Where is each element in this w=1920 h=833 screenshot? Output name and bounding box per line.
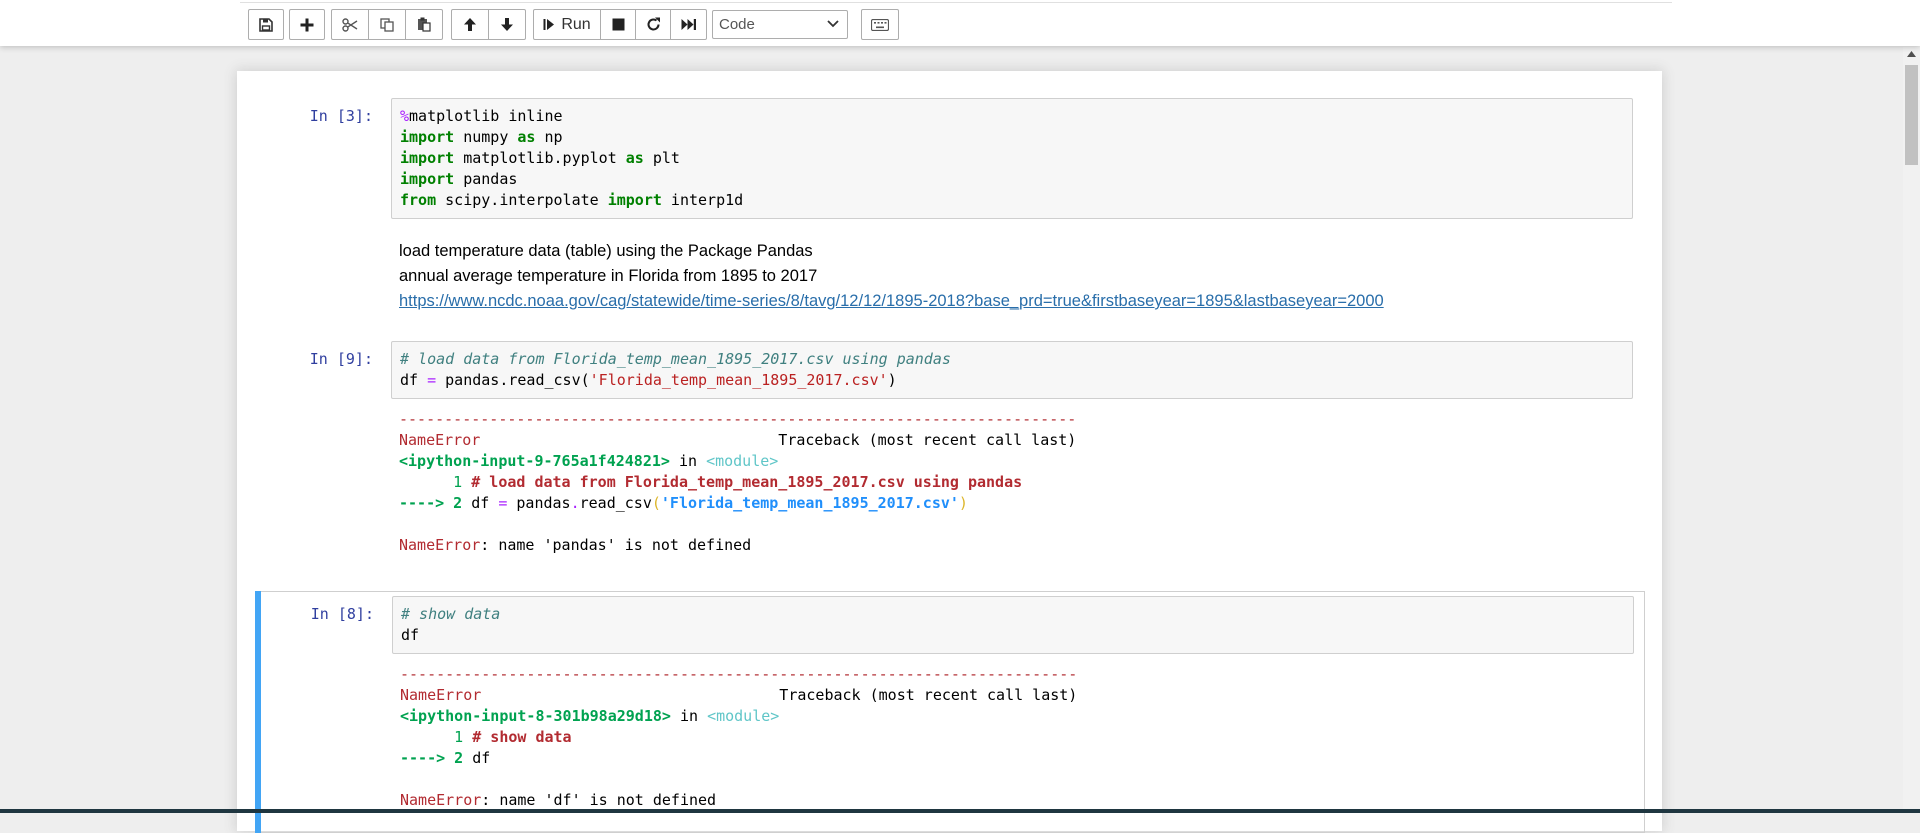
- traceback-location: <ipython-input-9-765a1f424821> in <modul…: [399, 452, 779, 470]
- code-input[interactable]: %matplotlib inline import numpy as np im…: [391, 98, 1633, 219]
- code-line: from scipy.interpolate import interp1d: [400, 191, 744, 209]
- code-comment: # load data from Florida_temp_mean_1895_…: [400, 350, 951, 368]
- move-down-button[interactable]: [488, 9, 526, 40]
- traceback-line-1: 1 # show data: [400, 728, 572, 746]
- cut-icon: [342, 17, 358, 32]
- cell-prompt: In [9]:: [309, 350, 373, 368]
- arrow-up-icon: [464, 18, 476, 31]
- code-line: import pandas: [400, 170, 518, 188]
- paste-button[interactable]: [405, 9, 443, 40]
- cell-prompt: In [3]:: [309, 107, 373, 125]
- restart-button[interactable]: [635, 9, 671, 40]
- traceback-separator: ----------------------------------------…: [399, 410, 1077, 428]
- traceback-location: <ipython-input-8-301b98a29d18> in <modul…: [400, 707, 780, 725]
- error-output: ----------------------------------------…: [400, 664, 1630, 811]
- copy-icon: [380, 17, 394, 32]
- command-palette-button[interactable]: [861, 9, 899, 40]
- keyboard-icon: [871, 18, 889, 31]
- code-input[interactable]: # show data df: [392, 596, 1634, 654]
- copy-button[interactable]: [368, 9, 406, 40]
- code-line: import numpy as np: [400, 128, 563, 146]
- scrollbar-thumb[interactable]: [1905, 65, 1918, 165]
- code-cell-8[interactable]: In [8]: # show data df -----------------…: [255, 591, 1645, 833]
- run-icon: [543, 19, 555, 30]
- code-line: import matplotlib.pyplot as plt: [400, 149, 680, 167]
- restart-icon: [647, 17, 660, 31]
- error-message: NameError: name 'pandas' is not defined: [399, 536, 752, 554]
- selected-cell-indicator: [255, 591, 261, 833]
- os-taskbar: [0, 809, 1920, 813]
- error-message: NameError: name 'df' is not defined: [400, 791, 717, 809]
- move-up-button[interactable]: [451, 9, 489, 40]
- save-icon: [259, 17, 273, 32]
- code-input[interactable]: # load data from Florida_temp_mean_1895_…: [391, 341, 1633, 399]
- cell-prompt: In [8]:: [310, 605, 374, 623]
- page-scrollbar[interactable]: [1903, 47, 1920, 813]
- noaa-data-link[interactable]: https://www.ncdc.noaa.gov/cag/statewide/…: [399, 292, 1384, 310]
- markdown-line: load temperature data (table) using the …: [399, 242, 813, 260]
- cut-button[interactable]: [331, 9, 369, 40]
- code-cell-3[interactable]: In [3]: %matplotlib inline import numpy …: [255, 94, 1643, 219]
- run-all-button[interactable]: [670, 9, 707, 40]
- paste-icon: [418, 17, 431, 32]
- run-button[interactable]: Run: [533, 9, 601, 40]
- code-line: %matplotlib inline: [400, 107, 563, 125]
- traceback-header: NameError Traceback (most recent call la…: [400, 686, 1078, 704]
- stop-icon: [612, 18, 624, 31]
- traceback-line-1: 1 # load data from Florida_temp_mean_189…: [399, 473, 1023, 491]
- code-comment: # show data: [401, 605, 501, 623]
- markdown-line: annual average temperature in Florida fr…: [399, 267, 818, 285]
- markdown-content: load temperature data (table) using the …: [399, 239, 1629, 314]
- traceback-line-2: ----> 2 df: [400, 749, 491, 767]
- interrupt-button[interactable]: [600, 9, 636, 40]
- error-output: ----------------------------------------…: [399, 409, 1629, 556]
- cell-type-select[interactable]: Code: [712, 10, 848, 39]
- chevron-down-icon: [827, 20, 839, 28]
- arrow-down-icon: [501, 18, 513, 31]
- run-label: Run: [561, 15, 591, 33]
- code-line: df: [401, 626, 420, 644]
- cell-type-value: Code: [719, 16, 755, 33]
- traceback-blank: [400, 769, 1630, 790]
- traceback-line-2: ----> 2 df = pandas.read_csv('Florida_te…: [399, 494, 968, 512]
- toolbar-divider: [240, 2, 1672, 3]
- notebook-toolbar: Run Code: [0, 0, 1920, 46]
- traceback-header: NameError Traceback (most recent call la…: [399, 431, 1077, 449]
- traceback-blank: [399, 514, 1629, 535]
- plus-icon: [300, 18, 314, 31]
- insert-cell-button[interactable]: [289, 9, 325, 40]
- fast-forward-icon: [681, 19, 696, 30]
- scroll-up-arrow-icon[interactable]: [1907, 51, 1916, 57]
- code-line: df = pandas.read_csv('Florida_temp_mean_…: [400, 371, 897, 389]
- markdown-cell[interactable]: load temperature data (table) using the …: [255, 239, 1643, 319]
- traceback-separator: ----------------------------------------…: [400, 665, 1078, 683]
- save-button[interactable]: [248, 9, 284, 40]
- notebook-container: In [3]: %matplotlib inline import numpy …: [237, 71, 1662, 833]
